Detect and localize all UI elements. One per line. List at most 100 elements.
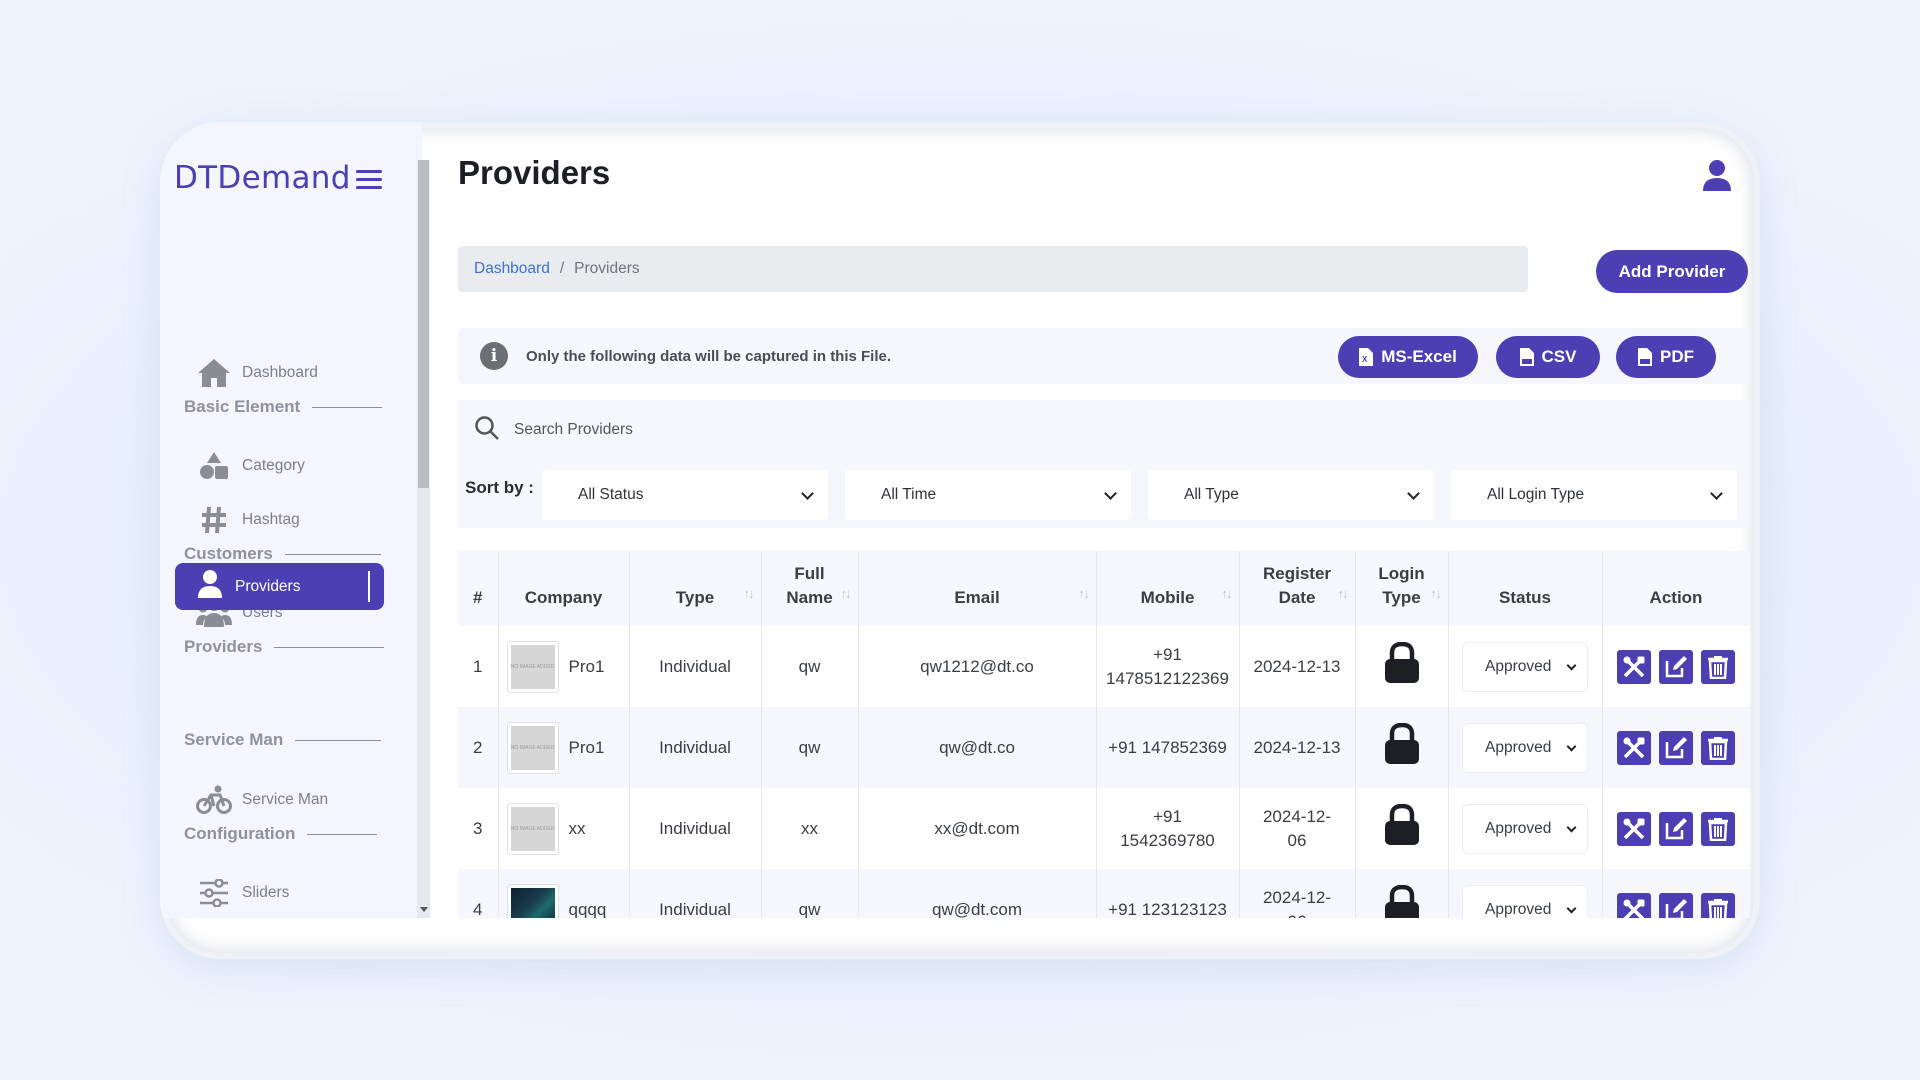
breadcrumb-link-dashboard[interactable]: Dashboard — [474, 260, 550, 278]
col-full-name[interactable]: Full Name ↑↓ — [761, 551, 859, 626]
breadcrumb: Dashboard / Providers — [458, 246, 1528, 292]
provider-type: Individual — [629, 788, 762, 869]
export-excel-button[interactable]: X MS-Excel — [1338, 336, 1478, 378]
mobile: +91 1478512122369 — [1096, 626, 1240, 707]
sidebar-item-sliders[interactable]: Sliders — [196, 873, 289, 913]
search-bar — [458, 400, 1748, 460]
sidebar-item-label: Sliders — [242, 884, 290, 901]
status-filter-select[interactable]: All Status — [542, 470, 828, 520]
user-icon — [197, 569, 223, 604]
tools-button[interactable] — [1617, 730, 1651, 765]
tools-button[interactable] — [1617, 892, 1651, 918]
table-row[interactable]: 1 NO IMAGE ADDED Pro1 Individual qw qw12… — [458, 626, 1750, 707]
sidebar-scrollbar[interactable] — [417, 160, 430, 918]
sidebar-item-providers[interactable]: Providers — [175, 563, 384, 610]
export-csv-label: CSV — [1541, 347, 1577, 366]
sidebar-item-hashtag[interactable]: Hashtag — [196, 500, 300, 540]
email: qw@dt.co — [858, 707, 1097, 788]
row-actions — [1603, 649, 1750, 684]
edit-button[interactable] — [1659, 892, 1693, 918]
table-row[interactable]: 4 qqqq Individual qw qw@dt.com +91 12312… — [458, 869, 1750, 918]
shapes-icon — [196, 448, 232, 484]
breadcrumb-current: Providers — [574, 260, 640, 277]
company-name: qqqq — [568, 899, 607, 919]
col-type[interactable]: Type ↑↓ — [629, 551, 762, 626]
col-login-type[interactable]: Login Type ↑↓ — [1355, 551, 1449, 626]
mobile: +91 147852369 — [1096, 707, 1240, 788]
company-logo: NO IMAGE ADDED — [506, 721, 559, 774]
section-customers: Customers — [184, 544, 381, 564]
type-filter-select[interactable]: All Type — [1148, 470, 1434, 520]
user-profile-icon[interactable] — [1702, 160, 1732, 197]
full-name: qw — [761, 869, 859, 918]
register-date: 2024-12-13 — [1239, 626, 1356, 707]
export-message: Only the following data will be captured… — [526, 347, 892, 365]
col-index[interactable]: # — [458, 551, 499, 626]
row-index: 2 — [458, 707, 499, 788]
sidebar-item-label: Providers — [235, 577, 301, 595]
status-select[interactable]: Approved — [1462, 722, 1588, 773]
delete-button[interactable] — [1701, 730, 1735, 765]
delete-button[interactable] — [1701, 649, 1735, 684]
delete-button[interactable] — [1701, 811, 1735, 846]
export-csv-button[interactable]: CSV — [1496, 336, 1600, 378]
chevron-down-icon — [1710, 487, 1723, 500]
company-cell: NO IMAGE ADDED xx — [499, 802, 629, 855]
sidebar-item-category[interactable]: Category — [196, 446, 305, 486]
delete-icon — [1708, 817, 1728, 841]
tools-button[interactable] — [1617, 649, 1651, 684]
col-email[interactable]: Email ↑↓ — [858, 551, 1097, 626]
col-mobile[interactable]: Mobile ↑↓ — [1096, 551, 1240, 626]
home-icon — [196, 355, 232, 391]
export-bar: i Only the following data will be captur… — [458, 328, 1748, 384]
chevron-down-icon — [1566, 660, 1577, 670]
sidebar-item-dashboard[interactable]: Dashboard — [196, 353, 318, 393]
table-row[interactable]: 2 NO IMAGE ADDED Pro1 Individual qw qw@d… — [458, 707, 1750, 788]
email: qw@dt.com — [858, 869, 1097, 918]
row-actions — [1603, 892, 1750, 918]
time-filter-select[interactable]: All Time — [845, 470, 1131, 520]
status-select[interactable]: Approved — [1462, 803, 1588, 854]
page-title: Providers — [458, 154, 611, 191]
export-pdf-button[interactable]: PDF — [1616, 336, 1716, 378]
status-select[interactable]: Approved — [1462, 641, 1588, 692]
row-actions — [1603, 811, 1750, 846]
providers-table: # Company Type ↑↓ Full Name ↑↓ Email ↑↓ Mobi… — [458, 551, 1750, 918]
section-configuration: Configuration — [184, 824, 378, 844]
provider-type: Individual — [629, 869, 762, 918]
col-action: Action — [1602, 551, 1750, 626]
csv-icon — [1519, 348, 1534, 366]
tools-button[interactable] — [1617, 811, 1651, 846]
status-select[interactable]: Approved — [1462, 884, 1588, 918]
sidebar-item-service-man[interactable]: Service Man — [196, 780, 328, 820]
mobile: +91 123123123 — [1096, 869, 1240, 918]
lock-icon — [1383, 722, 1421, 769]
breadcrumb-separator: / — [559, 260, 565, 277]
section-service-man: Service Man — [184, 730, 382, 750]
edit-button[interactable] — [1659, 649, 1693, 684]
row-index: 3 — [458, 788, 499, 869]
excel-icon: X — [1359, 348, 1374, 366]
search-icon[interactable] — [474, 415, 500, 446]
chevron-down-icon — [1407, 487, 1420, 500]
table-row[interactable]: 3 NO IMAGE ADDED xx Individual xx xx@dt.… — [458, 788, 1750, 869]
login-type-filter-select[interactable]: All Login Type — [1451, 470, 1737, 520]
menu-icon[interactable] — [356, 170, 382, 190]
chevron-down-icon — [1104, 487, 1117, 500]
search-input[interactable] — [514, 421, 1414, 439]
col-company[interactable]: Company — [498, 551, 630, 626]
col-register-date[interactable]: Register Date ↑↓ — [1239, 551, 1356, 626]
edit-icon — [1665, 817, 1687, 839]
company-name: Pro1 — [568, 737, 605, 757]
delete-button[interactable] — [1701, 892, 1735, 918]
add-provider-button[interactable]: Add Provider — [1596, 250, 1748, 293]
sidebar-item-label: Category — [242, 457, 305, 474]
edit-icon — [1665, 736, 1687, 758]
sidebar: DTDemand Dashboard Basic Element Categor… — [160, 122, 422, 918]
brand-logo[interactable]: DTDemand — [174, 160, 351, 196]
section-basic-element: Basic Element — [184, 397, 383, 417]
edit-button[interactable] — [1659, 811, 1693, 846]
chevron-down-icon — [1566, 903, 1577, 913]
company-logo — [506, 883, 559, 918]
edit-button[interactable] — [1659, 730, 1693, 765]
